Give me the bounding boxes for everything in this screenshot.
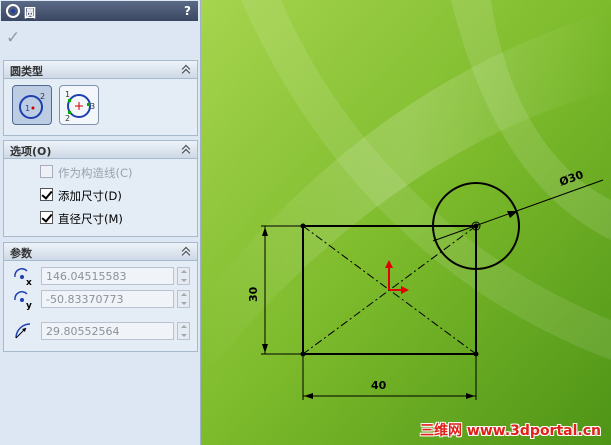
svg-text:2: 2 [65,114,70,123]
collapse-chevron-icon[interactable] [181,246,191,258]
options-header[interactable]: 选项(O) [4,141,197,159]
center-x-input[interactable] [41,267,174,285]
svg-text:3: 3 [90,102,95,111]
center-y-input[interactable] [41,290,174,308]
options-group: 选项(O) 作为构造线(C) 添加尺寸(D) 直径尺寸(M) [3,140,198,237]
options-title: 选项(O) [10,145,52,158]
radius-icon [15,323,31,339]
circle-icon [6,4,20,18]
checkbox-box[interactable] [40,211,53,224]
help-button[interactable]: ? [184,4,191,18]
svg-text:1: 1 [25,104,30,113]
center-y-icon: y [14,291,32,310]
radius-spinner[interactable] [177,322,190,340]
checkbox-box [40,165,53,178]
construction-line-label: 作为构造线(C) [58,166,133,180]
property-manager-panel: 圆 ? ✓ 圆类型 1 2 1 3 2 选项(O) 作为构造线(C) 添加尺寸(… [0,0,207,445]
circle-type-header[interactable]: 圆类型 [4,61,197,79]
center-x-row: x [12,265,192,287]
circle-type-group: 圆类型 1 2 1 3 2 [3,60,198,136]
svg-text:x: x [26,278,32,287]
panel-title: 圆 [24,6,37,20]
center-y-spinner[interactable] [177,290,190,308]
panel-title-bar: 圆 ? [1,1,198,21]
center-circle-button[interactable]: 1 2 [12,85,52,125]
checkmark-icon: ✓ [6,28,21,48]
radius-input[interactable] [41,322,174,340]
svg-text:y: y [26,301,32,310]
parameters-group: 参数 x y [3,242,198,352]
checkbox-box[interactable] [40,188,53,201]
collapse-chevron-icon[interactable] [181,144,191,156]
parameters-header[interactable]: 参数 [4,243,197,261]
diameter-dimension-label: 直径尺寸(M) [58,212,123,226]
svg-text:1: 1 [65,90,70,99]
parameters-title: 参数 [10,247,32,260]
center-x-icon: x [14,268,32,287]
sketch-canvas[interactable]: Ø30 30 40 [201,0,611,445]
perimeter-circle-button[interactable]: 1 3 2 [59,85,99,125]
graphics-area[interactable]: Ø30 30 40 三维网 www.3dportal.cn [201,0,611,445]
radius-row [12,320,192,342]
center-x-spinner[interactable] [177,267,190,285]
width-dimension[interactable]: 40 [371,379,387,392]
add-dimension-label: 添加尺寸(D) [58,189,122,203]
center-y-row: y [12,288,192,310]
circle-type-title: 圆类型 [10,65,43,78]
height-dimension[interactable]: 30 [247,286,260,302]
collapse-chevron-icon[interactable] [181,64,191,76]
site-watermark: 三维网 www.3dportal.cn [420,423,601,439]
perimeter-circle-icon: 1 3 2 [65,90,95,123]
center-circle-icon: 1 2 [19,92,45,119]
svg-text:2: 2 [40,92,45,101]
ok-button[interactable]: ✓ [6,28,26,48]
